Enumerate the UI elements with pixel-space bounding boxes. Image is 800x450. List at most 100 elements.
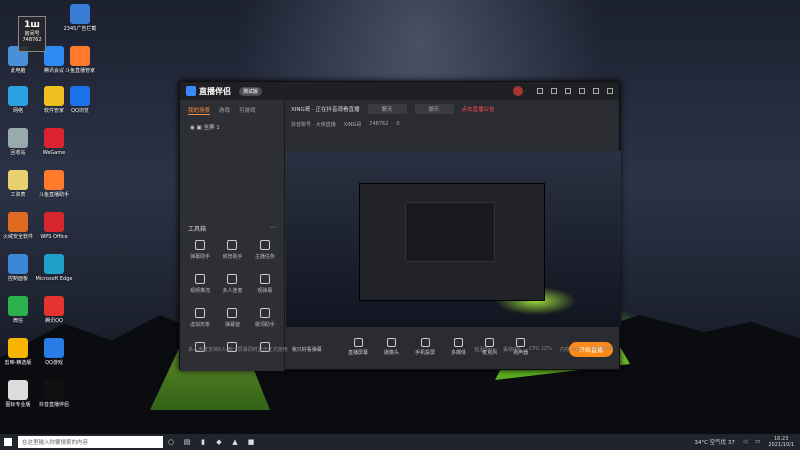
weather-widget[interactable]: 34°C 空气优 37 — [694, 438, 735, 446]
tool-icon — [227, 240, 238, 250]
app-icon — [44, 338, 64, 358]
tool-item[interactable]: 视频推流 — [184, 274, 216, 294]
tool-item[interactable]: 观弹幕 — [249, 274, 281, 294]
tool-item[interactable]: 主播任务 — [249, 240, 281, 260]
title-bar[interactable]: 直播伴侣 测试版 — [180, 82, 619, 100]
system-tray: 34°C 空气优 37 ◁ ▭ 16:23 2021/10/1 — [694, 434, 794, 450]
app-title: 直播伴侣 — [199, 86, 231, 96]
badge-number: 748762 — [22, 37, 42, 43]
desktop-icon[interactable]: 2345广告拦截 — [58, 4, 102, 32]
desktop-icon[interactable]: QQ游戏 — [32, 338, 76, 366]
tool-label: 弹幕助手 — [190, 254, 211, 260]
minimize-icon[interactable] — [579, 88, 585, 94]
announcement-link[interactable]: 点击直播公告 — [462, 105, 495, 113]
desktop-icon-label: WeGame — [42, 150, 66, 156]
tool-item[interactable]: 房管助手 — [216, 240, 248, 260]
maximize-icon[interactable] — [593, 88, 599, 94]
subcategory-select[interactable]: 娱乐 — [414, 104, 454, 114]
status-stat: 丢帧0% — [503, 346, 521, 353]
app-icon — [44, 296, 64, 316]
explorer-icon[interactable]: ▤ — [179, 434, 195, 450]
clock[interactable]: 16:23 2021/10/1 — [768, 436, 794, 448]
tool-icon — [259, 308, 270, 318]
left-panel: 我的场景 游戏 可游戏 ◉ ▣ 全屏 1 工具箱 ⋯ 弹幕助手 房管助手 主播任务视… — [180, 100, 285, 371]
menu-icon[interactable] — [565, 88, 571, 94]
tool-icon — [195, 308, 206, 318]
mail-icon[interactable] — [551, 88, 557, 94]
nested-preview-window — [359, 183, 545, 301]
desktop-icon[interactable]: WPS Office — [32, 212, 76, 240]
tool-label: 视频推流 — [190, 288, 211, 294]
desktop-icon[interactable]: 抖音直播伴侣 — [32, 380, 76, 408]
toolbox-grid: 弹幕助手 房管助手 主播任务视频推流 多人连麦 观弹幕虚拟形象 弹幕窗 歌词助手 — [184, 240, 281, 355]
live-companion-window: 直播伴侣 测试版 我的场景 游戏 可游戏 ◉ ▣ 全屏 1 工具箱 ⋯ 弹幕助手… — [179, 81, 621, 371]
start-button[interactable] — [0, 434, 16, 450]
desktop-icon-label: QQ游戏 — [45, 360, 63, 366]
tool-icon — [259, 274, 270, 284]
desktop-icon-label: 斗鱼直播助手 — [38, 192, 69, 198]
close-icon[interactable] — [607, 88, 613, 94]
tool-icon — [259, 240, 270, 250]
tool-label: 多人连麦 — [222, 288, 243, 294]
app-icon — [8, 128, 28, 148]
volume-icon[interactable]: ◁ — [743, 439, 747, 445]
account-id: XING哥 — [343, 121, 362, 128]
room-info: XING哥 · 正在抖音观看直播 聊天 娱乐 点击直播公告 — [286, 100, 621, 118]
account-number: 748762 — [369, 121, 389, 127]
stream-preview[interactable] — [286, 151, 621, 327]
room-number-badge: 1ш 房间号 748762 — [18, 16, 46, 52]
settings-icon[interactable] — [537, 88, 543, 94]
avatar[interactable] — [513, 86, 523, 96]
desktop-icon[interactable]: 斗鱼直播管家 — [58, 46, 102, 74]
tool-item[interactable]: 多人连麦 — [216, 274, 248, 294]
desktop-icon[interactable]: 斗鱼直播助手 — [32, 170, 76, 198]
tool-label: 弹幕窗 — [224, 322, 240, 328]
status-stats: 延迟0ms 丢帧0% CPU 22% 内存 46% 00:00:00 — [474, 346, 613, 353]
desktop-icon-label: 腾讯QQ — [45, 318, 63, 324]
desktop-icon-label: Microsoft Edge — [35, 276, 73, 282]
tab-my-scenes[interactable]: 我的场景 — [188, 106, 211, 115]
clock-date: 2021/10/1 — [768, 442, 794, 448]
tool-item[interactable]: 弹幕窗 — [216, 308, 248, 328]
app-icon — [44, 212, 64, 232]
tab-games[interactable]: 游戏 — [219, 106, 230, 115]
desktop-icon[interactable]: 腾讯QQ — [32, 296, 76, 324]
task-view-icon[interactable]: ○ — [163, 434, 179, 450]
tool-label: 观弹幕 — [257, 288, 273, 294]
live-companion-task-icon[interactable]: ■ — [243, 434, 259, 450]
app-icon — [44, 170, 64, 190]
network-icon[interactable]: ▭ — [755, 439, 760, 445]
pinned-app-icon[interactable]: ◆ — [211, 434, 227, 450]
tool-item[interactable]: 虚拟形象 — [184, 308, 216, 328]
status-link[interactable]: 我只好看弹幕 — [292, 346, 322, 353]
scene-label: 全屏 1 — [203, 125, 220, 131]
windows-icon — [4, 438, 12, 446]
desktop-icon[interactable]: QQ浏览 — [58, 86, 102, 114]
pinned-app-icon[interactable]: ▮ — [195, 434, 211, 450]
beta-badge[interactable]: 测试版 — [239, 86, 263, 96]
app-icon — [8, 380, 28, 400]
desktop-icon-label: 斗鱼直播管家 — [64, 68, 95, 74]
status-bar: 多人连麦支持6人,两个屏幕同时显示正式使用 我只好看弹幕 延迟0ms 丢帧0% CP… — [180, 344, 621, 354]
category-select[interactable]: 聊天 — [367, 104, 407, 114]
scene-item[interactable]: ◉ ▣ 全屏 1 — [180, 121, 284, 133]
tool-item[interactable]: 歌词助手 — [249, 308, 281, 328]
desktop-icon[interactable]: Microsoft Edge — [32, 254, 76, 282]
badge-top: 1ш — [24, 20, 40, 30]
app-icon — [44, 254, 64, 274]
desktop-icon-label: QQ浏览 — [71, 108, 89, 114]
desktop-icon-label: WPS Office — [40, 234, 68, 240]
pinned-app-icon[interactable]: ▲ — [227, 434, 243, 450]
room-title[interactable]: XING哥 · 正在抖音观看直播 — [291, 105, 360, 113]
toolbox-header: 工具箱 ⋯ — [188, 224, 276, 233]
desktop-icon[interactable]: WeGame — [32, 128, 76, 156]
status-stat: 00:00:00 — [590, 345, 613, 352]
tool-item[interactable]: 弹幕助手 — [184, 240, 216, 260]
more-icon[interactable]: ⋯ — [270, 224, 276, 233]
status-message: 多人连麦支持6人,两个屏幕同时显示正式使用 — [188, 346, 288, 353]
account-info: 抖音账号 · 大侠直播 XING哥 748762 0 — [286, 118, 621, 130]
app-logo-icon — [186, 86, 196, 96]
tab-playable[interactable]: 可游戏 — [239, 106, 256, 115]
main-panel: XING哥 · 正在抖音观看直播 聊天 娱乐 点击直播公告 抖音账号 · 大侠直… — [286, 100, 621, 371]
search-input[interactable]: 在这里输入你要搜索的内容 — [18, 436, 163, 448]
